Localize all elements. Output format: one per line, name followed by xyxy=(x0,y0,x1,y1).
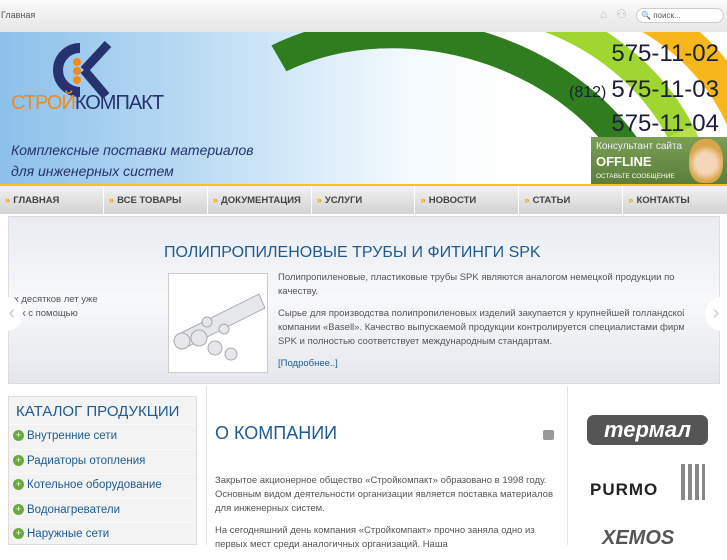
nav-item-news[interactable]: » НОВОСТИ xyxy=(415,186,520,214)
catalog-item-label: Котельное оборудование xyxy=(27,479,162,491)
catalog-item-label: Радиаторы отопления xyxy=(27,454,146,467)
nav-item-home[interactable]: » ГЛАВНАЯ xyxy=(0,186,104,214)
main-nav: » ГЛАВНАЯ » ВСЕ ТОВАРЫ » ДОКУМЕНТАЦИЯ » УСЛУ… xyxy=(0,186,727,214)
nav-label: СТАТЬИ xyxy=(532,195,571,206)
top-bar: Главная ⌂ ⚇ 🔍 поиск... xyxy=(0,0,727,32)
tagline: Комплексные поставки материалов для инжен… xyxy=(11,140,254,182)
chevron-right-icon: » xyxy=(420,195,426,206)
nav-label: КОНТАКТЫ xyxy=(636,195,690,206)
search-placeholder: поиск... xyxy=(653,11,681,20)
chevron-right-icon: » xyxy=(316,195,322,206)
plus-icon: + xyxy=(13,454,24,466)
plus-icon: + xyxy=(13,503,24,515)
brand-name: СТРОЙКОМПАКТ xyxy=(11,92,164,115)
phone-number: 575-11-04 xyxy=(611,110,719,137)
chevron-right-icon: » xyxy=(5,195,11,206)
consultant-status: OFFLINE xyxy=(596,154,652,169)
brand-part: КОМПАКТ xyxy=(74,92,164,114)
nav-label: ГЛАВНАЯ xyxy=(13,195,60,206)
pipes-image xyxy=(168,273,268,373)
catalog-item-label: Внутренние сети xyxy=(27,430,118,442)
catalog-item[interactable]: + Внутренние сети xyxy=(9,424,196,449)
phone-number: 575-11-02 xyxy=(611,40,719,67)
nav-label: ДОКУМЕНТАЦИЯ xyxy=(221,195,301,206)
catalog-item[interactable]: + Радиаторы отопления xyxy=(9,448,196,474)
catalog-item-label: Водонагреватели xyxy=(27,503,121,516)
text-line: ых с помощью xyxy=(14,308,78,319)
home-icon[interactable]: ⌂ xyxy=(597,8,610,21)
plus-icon: + xyxy=(13,479,24,490)
purmo-logo-bars xyxy=(681,464,705,500)
consultant-title: Консультант сайта xyxy=(596,141,683,152)
catalog-title: КАТАЛОГ ПРОДУКЦИИ xyxy=(16,403,180,420)
catalog-item[interactable]: + Водонагреватели xyxy=(9,497,196,523)
nav-item-documentation[interactable]: » ДОКУМЕНТАЦИЯ xyxy=(208,186,312,214)
slide-text: Полипропиленовые, пластиковые трубы SPK … xyxy=(278,271,684,379)
phone-number: (812) 575-11-03 xyxy=(569,76,719,104)
print-icon[interactable] xyxy=(543,430,554,440)
phone-code: (812) xyxy=(569,84,607,101)
consultant-widget[interactable]: Консультант сайта OFFLINE ОСТАВЬТЕ СООБЩ… xyxy=(591,137,727,184)
sitemap-icon[interactable]: ⚇ xyxy=(615,8,628,21)
chevron-right-icon: » xyxy=(212,195,219,206)
chevron-right-icon: » xyxy=(108,195,115,206)
nav-item-services[interactable]: » УСЛУГИ xyxy=(312,186,416,214)
divider xyxy=(206,386,207,545)
brand-logo-purmo[interactable]: PURMO xyxy=(590,480,658,500)
chevron-right-icon: » xyxy=(628,195,634,206)
nav-item-contacts[interactable]: » КОНТАКТЫ xyxy=(623,186,727,214)
read-more-link[interactable]: [Подробнее..] xyxy=(278,358,338,369)
divider xyxy=(567,386,568,545)
catalog-item[interactable]: + Наружные сети xyxy=(9,522,196,547)
tagline-line: для инженерных систем xyxy=(11,163,174,179)
nav-label: НОВОСТИ xyxy=(428,195,477,206)
search-input[interactable]: 🔍 поиск... xyxy=(636,8,724,23)
breadcrumb[interactable]: Главная xyxy=(1,10,35,20)
plus-icon: + xyxy=(13,528,24,539)
brand-logo-xemos[interactable]: XEMOS xyxy=(602,527,674,550)
catalog-panel: КАТАЛОГ ПРОДУКЦИИ + Внутренние сети + Ради… xyxy=(8,396,197,545)
slide-title[interactable]: ПОЛИПРОПИЛЕНОВЫЕ ТРУБЫ И ФИТИНГИ SPK xyxy=(164,244,541,262)
nav-item-all-products[interactable]: » ВСЕ ТОВАРЫ xyxy=(104,186,208,214)
header-banner: СТРОЙКОМПАКТ Комплексные поставки матери… xyxy=(0,32,727,184)
page-title: О КОМПАНИИ xyxy=(215,423,338,443)
catalog-item-label: Наружные сети xyxy=(27,528,110,540)
catalog-item[interactable]: + Котельное оборудование xyxy=(9,473,196,498)
nav-label: ВСЕ ТОВАРЫ xyxy=(117,195,182,206)
brand-part: СТРОЙ xyxy=(11,92,76,114)
brand-logo-termal[interactable]: термал xyxy=(587,415,708,445)
chevron-right-icon: » xyxy=(524,195,530,206)
previous-slide-text: х десятков лет уже ых с помощью xyxy=(14,293,98,321)
about-paragraph: Закрытое акционерное общество «Стройкомп… xyxy=(215,475,553,514)
tagline-line: Комплексные поставки материалов xyxy=(11,142,254,158)
leave-message-link[interactable]: ОСТАВЬТЕ СООБЩЕНИЕ xyxy=(596,173,675,180)
slider-next-button[interactable]: › xyxy=(705,297,727,331)
consultant-avatar xyxy=(689,139,723,183)
nav-label: УСЛУГИ xyxy=(324,195,363,206)
phone-value: 575-11-03 xyxy=(611,76,719,103)
featured-slider: х десятков лет уже ых с помощью ПОЛИПРОПИ… xyxy=(1,216,727,384)
nav-item-articles[interactable]: » СТАТЬИ xyxy=(519,186,624,214)
about-text: Закрытое акционерное общество «Стройкомп… xyxy=(215,474,555,560)
about-paragraph: На сегодняшний день компания «Стройкомпа… xyxy=(215,525,535,550)
slide-paragraph: Сырье для производства полипропиленовых … xyxy=(278,308,684,347)
slide-paragraph: Полипропиленовые, пластиковые трубы SPK … xyxy=(278,272,675,297)
plus-icon: + xyxy=(13,430,24,441)
text-line: х десятков лет уже xyxy=(14,294,98,305)
pipes-icon xyxy=(173,293,266,361)
